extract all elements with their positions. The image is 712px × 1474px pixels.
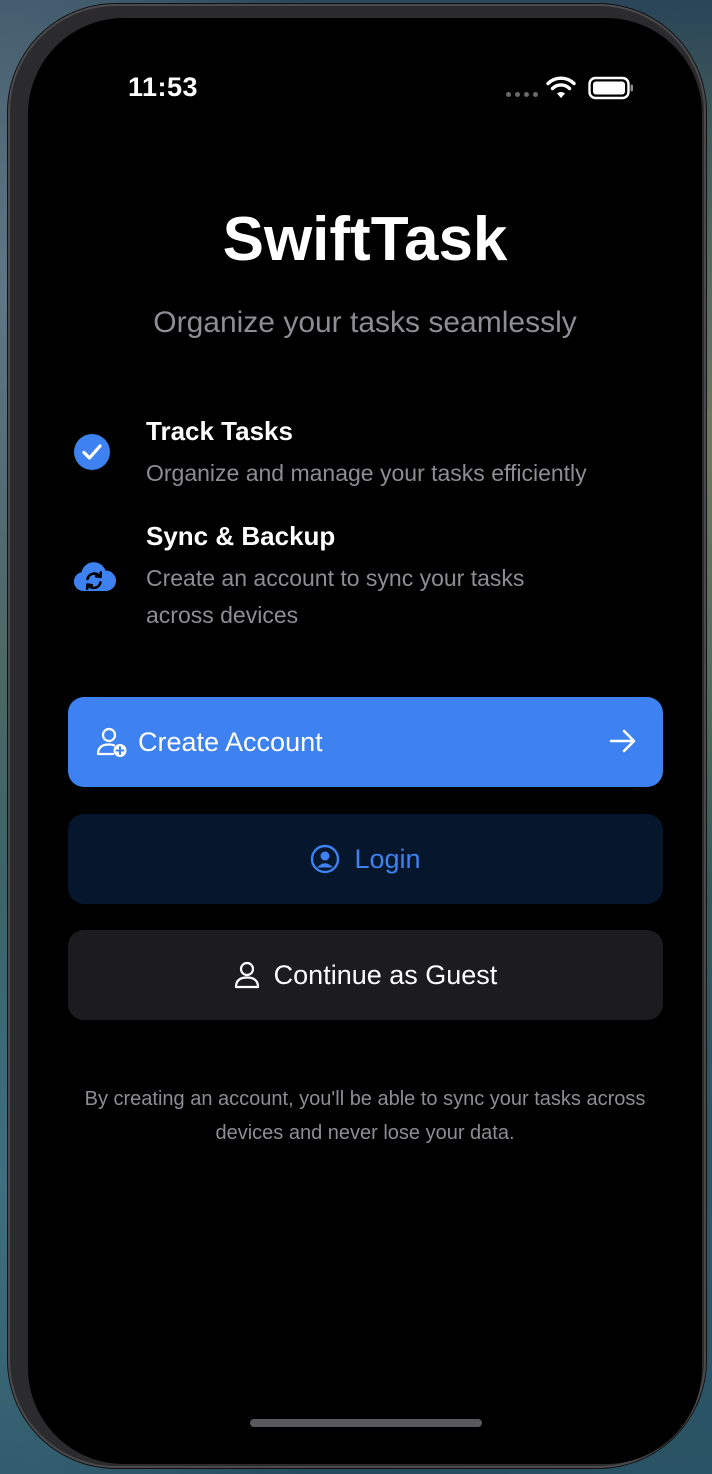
phone-screen: 11:53 SwiftTask Organize your tasks seam…: [28, 18, 702, 1464]
person-add-icon: [96, 727, 127, 757]
status-time: 11:53: [128, 72, 199, 102]
continue-as-guest-button[interactable]: Continue as Guest: [68, 930, 663, 1020]
footer-note: By creating an account, you'll be able t…: [84, 1088, 646, 1144]
feature-description: Create an account to sync your tasks acr…: [146, 565, 525, 628]
home-indicator[interactable]: [250, 1419, 482, 1427]
login-label: Login: [354, 843, 421, 874]
create-account-label: Create Account: [138, 726, 323, 757]
app-subtitle: Organize your tasks seamlessly: [153, 306, 577, 339]
wifi-icon: [546, 76, 576, 98]
feature-title: Track Tasks: [146, 416, 293, 446]
phone-frame: 11:53 SwiftTask Organize your tasks seam…: [8, 4, 706, 1468]
checkmark-circle-icon: [74, 434, 110, 470]
status-bar: 11:53: [28, 18, 702, 158]
feature-description: Organize and manage your tasks efficient…: [146, 460, 587, 486]
person-icon: [234, 961, 259, 989]
login-button[interactable]: Login: [68, 814, 663, 904]
continue-as-guest-label: Continue as Guest: [273, 959, 498, 990]
cloud-sync-icon: [73, 562, 116, 591]
person-circle-icon: [311, 844, 340, 874]
create-account-button[interactable]: Create Account: [68, 697, 663, 787]
battery-icon: [588, 76, 633, 100]
arrow-right-icon: [609, 729, 636, 753]
app-title: SwiftTask: [222, 205, 508, 274]
cellular-signal-icon: [506, 92, 538, 97]
feature-title: Sync & Backup: [146, 521, 336, 551]
